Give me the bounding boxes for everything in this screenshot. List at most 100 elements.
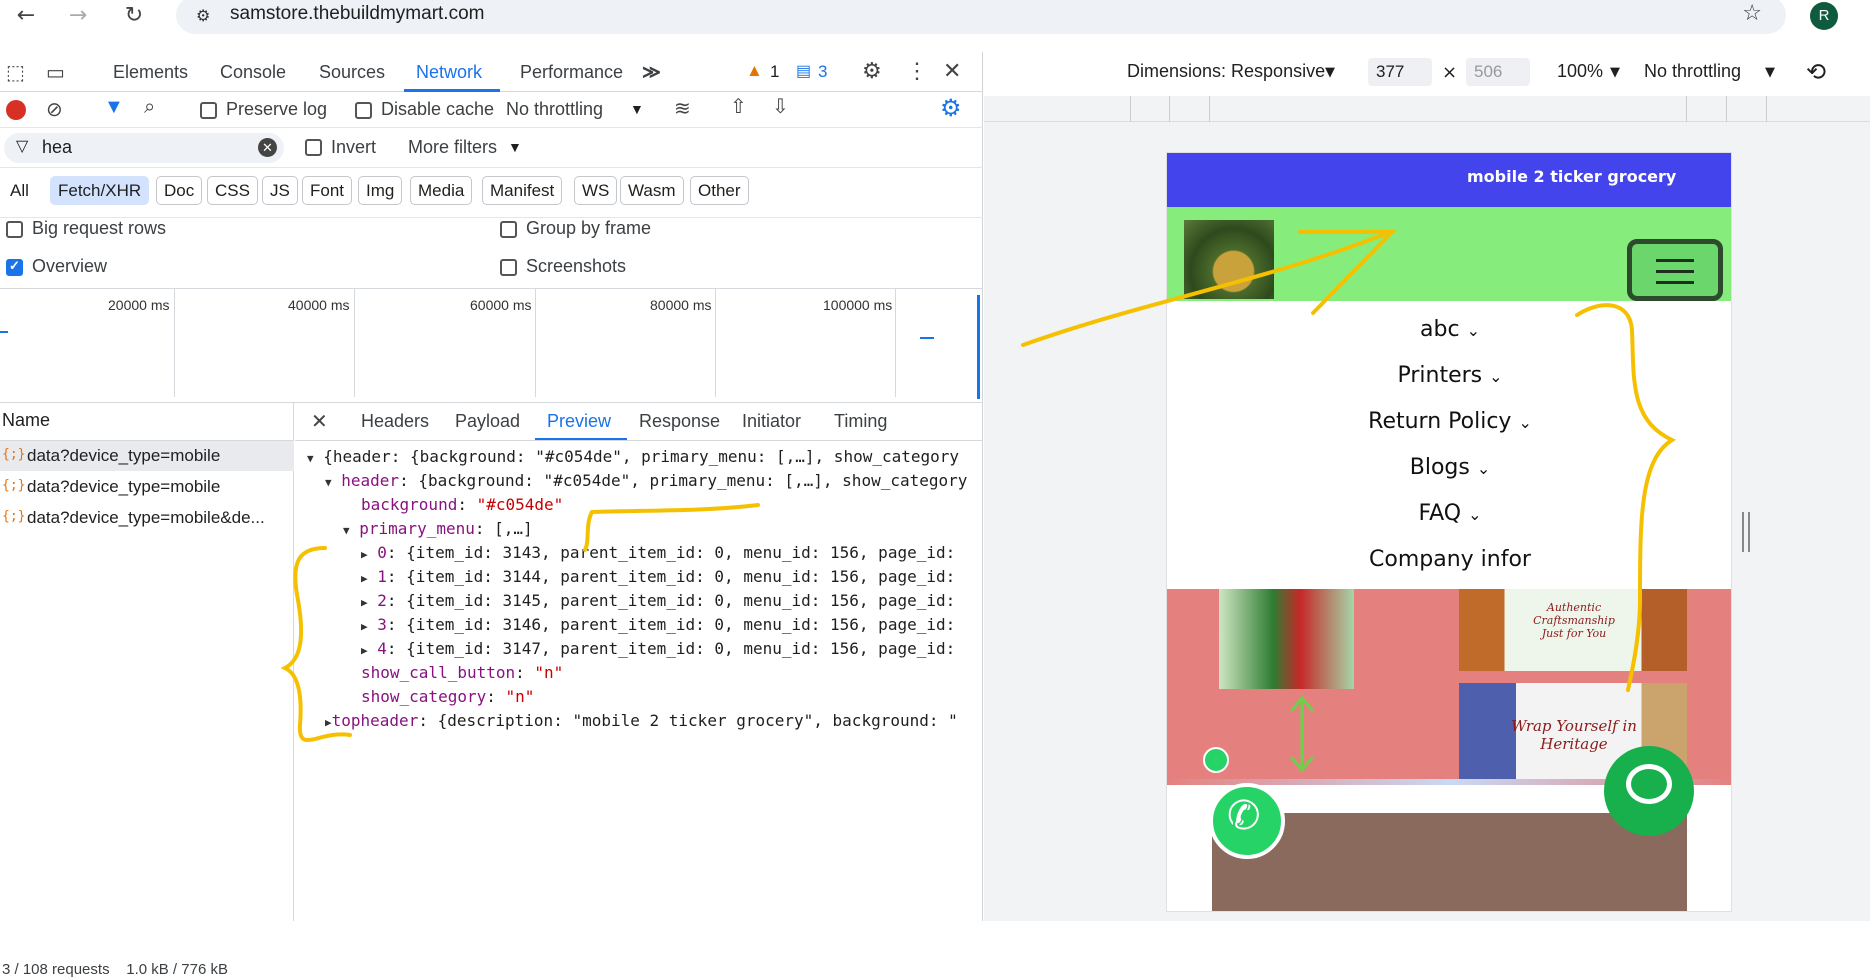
- json-root-line[interactable]: ▼ {header: {background: "#c054de", prima…: [307, 447, 959, 466]
- collapse-triangle-icon[interactable]: ▶: [361, 572, 368, 585]
- warning-icon[interactable]: ▲: [746, 61, 763, 81]
- name-column-header[interactable]: Name: [2, 410, 50, 431]
- profile-avatar[interactable]: R: [1810, 2, 1838, 30]
- dimensions-chevron-icon[interactable]: ▼: [1325, 65, 1335, 80]
- resize-handle[interactable]: [1742, 512, 1750, 552]
- chip-media[interactable]: Media: [410, 176, 473, 205]
- export-har-icon[interactable]: ⇩: [772, 94, 789, 119]
- chat-button[interactable]: [1604, 746, 1694, 836]
- json-background-line[interactable]: background: "#c054de": [361, 495, 563, 514]
- json-menu-item[interactable]: ▶ 4: {item_id: 3147, parent_item_id: 0, …: [361, 639, 955, 658]
- search-icon[interactable]: ⌕: [144, 96, 155, 119]
- tab-preview[interactable]: Preview: [547, 411, 611, 432]
- more-tabs-icon[interactable]: ≫: [642, 62, 661, 83]
- group-by-frame-checkbox[interactable]: [500, 221, 517, 238]
- tab-headers[interactable]: Headers: [361, 411, 429, 432]
- chip-other[interactable]: Other: [690, 176, 749, 205]
- zoom-chevron-icon[interactable]: ▼: [1610, 65, 1620, 80]
- tab-sources[interactable]: Sources: [319, 62, 385, 83]
- bookmark-star-icon[interactable]: ☆: [1742, 1, 1762, 26]
- disable-cache-checkbox[interactable]: [355, 102, 372, 119]
- expand-triangle-icon[interactable]: ▼: [325, 476, 332, 489]
- request-row[interactable]: {;} data?device_type=mobile: [0, 472, 294, 502]
- timeline-handle[interactable]: [977, 295, 980, 399]
- menu-item-return-policy[interactable]: Return Policy ⌄: [1167, 409, 1731, 434]
- chip-font[interactable]: Font: [302, 176, 353, 205]
- collapse-triangle-icon[interactable]: ▶: [361, 620, 368, 633]
- menu-item-faq[interactable]: FAQ ⌄: [1167, 501, 1731, 526]
- menu-item-blogs[interactable]: Blogs ⌄: [1167, 455, 1731, 480]
- media-query-ruler[interactable]: [984, 96, 1870, 122]
- device-toggle-icon[interactable]: ▭: [46, 60, 65, 85]
- url-text[interactable]: samstore.thebuildmymart.com: [230, 3, 484, 25]
- whatsapp-icon[interactable]: ✆: [1209, 783, 1285, 859]
- network-settings-icon[interactable]: ⚙: [940, 94, 962, 123]
- json-menu-item[interactable]: ▶ 2: {item_id: 3145, parent_item_id: 0, …: [361, 591, 955, 610]
- chip-doc[interactable]: Doc: [156, 176, 203, 205]
- json-show-category-line[interactable]: show_category: "n": [361, 687, 534, 706]
- tab-initiator[interactable]: Initiator: [742, 411, 801, 432]
- more-filters-chevron-icon[interactable]: ▼: [508, 139, 522, 155]
- tab-payload[interactable]: Payload: [455, 411, 520, 432]
- menu-item-printers[interactable]: Printers ⌄: [1167, 363, 1731, 388]
- chip-manifest[interactable]: Manifest: [482, 176, 563, 205]
- message-count[interactable]: 3: [818, 62, 827, 82]
- menu-item-company-info[interactable]: Company infor: [1167, 547, 1731, 572]
- json-show-call-button-line[interactable]: show_call_button: "n": [361, 663, 563, 682]
- import-har-icon[interactable]: ⇧: [730, 94, 747, 119]
- chip-ws[interactable]: WS: [574, 176, 618, 205]
- collapse-triangle-icon[interactable]: ▶: [325, 716, 332, 729]
- collapse-triangle-icon[interactable]: ▶: [361, 548, 368, 561]
- site-logo[interactable]: [1184, 220, 1274, 299]
- tab-elements[interactable]: Elements: [113, 62, 188, 83]
- throttling-chevron-icon[interactable]: ▼: [1765, 65, 1775, 80]
- tab-console[interactable]: Console: [220, 62, 286, 83]
- chip-wasm[interactable]: Wasm: [620, 176, 684, 205]
- expand-triangle-icon[interactable]: ▼: [307, 452, 314, 465]
- warning-count[interactable]: 1: [770, 62, 779, 82]
- invert-checkbox[interactable]: [305, 139, 322, 156]
- site-info-icon[interactable]: ⚙: [196, 6, 210, 25]
- back-icon[interactable]: ←: [12, 2, 40, 30]
- json-topheader-line[interactable]: ▶topheader: {description: "mobile 2 tick…: [325, 711, 958, 730]
- tab-network[interactable]: Network: [416, 62, 482, 83]
- collapse-triangle-icon[interactable]: ▶: [361, 644, 368, 657]
- chip-fetch-xhr[interactable]: Fetch/XHR: [50, 176, 150, 205]
- close-devtools-icon[interactable]: ✕: [943, 58, 961, 84]
- tab-performance[interactable]: Performance: [520, 62, 623, 83]
- request-row[interactable]: {;} data?device_type=mobile: [0, 441, 294, 471]
- hamburger-menu-icon[interactable]: [1627, 239, 1723, 301]
- screenshots-checkbox[interactable]: [500, 259, 517, 276]
- json-menu-item[interactable]: ▶ 3: {item_id: 3146, parent_item_id: 0, …: [361, 615, 955, 634]
- filter-input-box[interactable]: ▽ hea ✕: [4, 133, 284, 163]
- message-icon[interactable]: ▤: [796, 61, 811, 81]
- throttling-select[interactable]: No throttling: [506, 99, 603, 120]
- chip-js[interactable]: JS: [262, 176, 298, 205]
- close-detail-icon[interactable]: ✕: [311, 409, 328, 434]
- request-row[interactable]: {;} data?device_type=mobile&de...: [0, 503, 294, 533]
- settings-gear-icon[interactable]: ⚙: [862, 58, 882, 84]
- whatsapp-small-icon[interactable]: [1203, 747, 1229, 773]
- reload-icon[interactable]: ↻: [120, 2, 148, 30]
- json-menu-item[interactable]: ▶ 0: {item_id: 3143, parent_item_id: 0, …: [361, 543, 955, 562]
- rotate-icon[interactable]: ⟲: [1806, 58, 1826, 86]
- zoom-select[interactable]: 100%: [1557, 61, 1603, 82]
- json-header-line[interactable]: ▼ header: {background: "#c054de", primar…: [325, 471, 967, 490]
- address-bar[interactable]: ⚙ samstore.thebuildmymart.com ☆: [176, 0, 1786, 34]
- preserve-log-checkbox[interactable]: [200, 102, 217, 119]
- device-throttling-select[interactable]: No throttling: [1644, 61, 1741, 82]
- tab-timing[interactable]: Timing: [834, 411, 887, 432]
- collapse-triangle-icon[interactable]: ▶: [361, 596, 368, 609]
- tab-response[interactable]: Response: [639, 411, 720, 432]
- json-menu-item[interactable]: ▶ 1: {item_id: 3144, parent_item_id: 0, …: [361, 567, 955, 586]
- chip-css[interactable]: CSS: [207, 176, 258, 205]
- dimensions-select[interactable]: Dimensions: Responsive: [1127, 61, 1325, 82]
- forward-icon[interactable]: →: [64, 2, 92, 30]
- overview-checkbox[interactable]: [6, 258, 23, 276]
- chip-all[interactable]: All: [2, 176, 37, 205]
- timeline-overview[interactable]: 20000 ms 40000 ms 60000 ms 80000 ms 1000…: [0, 289, 983, 401]
- chip-img[interactable]: Img: [358, 176, 403, 205]
- clear-icon[interactable]: ⊘: [46, 97, 63, 122]
- more-options-icon[interactable]: ⋮: [906, 58, 928, 84]
- menu-item-abc[interactable]: abc ⌄: [1167, 317, 1731, 342]
